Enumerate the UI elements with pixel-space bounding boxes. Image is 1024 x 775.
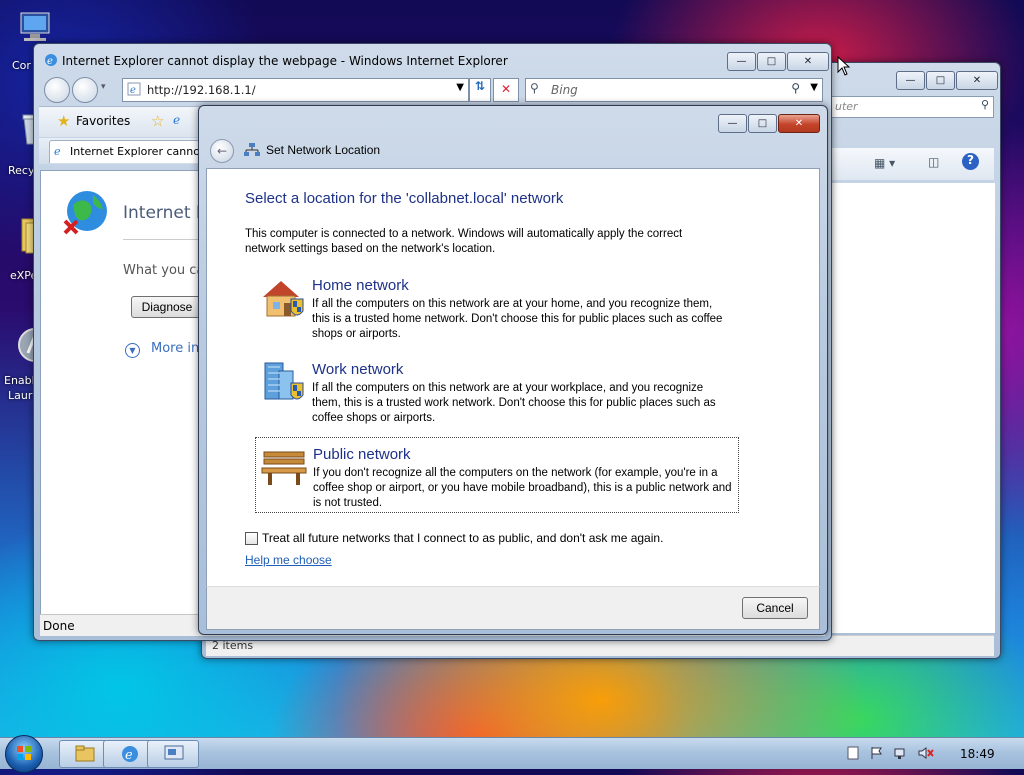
address-dropdown-icon[interactable]: ▼ <box>456 82 464 93</box>
minimize-button[interactable]: — <box>896 71 925 90</box>
search-placeholder: uter <box>835 100 858 113</box>
explorer-caption-buttons: — □ ✕ <box>896 71 998 90</box>
set-network-location-dialog[interactable]: — □ ✕ ← Set Network Location Select a lo… <box>198 105 828 635</box>
network-tray-icon[interactable] <box>894 746 908 760</box>
ie-title-icon: e <box>44 53 58 70</box>
minimize-button[interactable]: — <box>727 52 756 71</box>
dialog-title: Set Network Location <box>266 143 381 157</box>
forward-button[interactable] <box>72 77 98 103</box>
option-description: If all the computers on this network are… <box>312 382 716 424</box>
search-options-icon[interactable]: ▼ <box>810 82 818 93</box>
address-bar[interactable]: e http://192.168.1.1/ ▼ <box>122 78 469 102</box>
close-button[interactable]: ✕ <box>956 71 998 90</box>
internet-explorer-icon: e <box>120 744 140 767</box>
home-network-icon <box>259 275 309 321</box>
option-description: If all the computers on this network are… <box>312 298 723 340</box>
tab-active[interactable]: e Internet Explorer cannot <box>49 140 201 163</box>
error-heading: Internet E <box>123 203 207 223</box>
work-network-icon <box>259 359 309 405</box>
favorites-label: Favorites <box>76 114 131 128</box>
stop-icon: ✕ <box>500 82 512 96</box>
option-title: Public network <box>313 446 411 463</box>
windows-logo-icon <box>17 746 31 760</box>
volume-muted-icon[interactable] <box>918 746 934 760</box>
search-provider-icon: ⚲ <box>530 81 539 95</box>
suggested-sites-icon[interactable]: e <box>173 113 180 127</box>
explorer-file-pane <box>830 183 995 633</box>
search-icon: ⚲ <box>980 98 989 111</box>
preview-pane-icon[interactable]: ◫ <box>928 155 939 169</box>
dialog-footer: Cancel <box>206 586 820 630</box>
search-placeholder: Bing <box>551 83 578 97</box>
help-me-choose-link[interactable]: Help me choose <box>245 553 332 567</box>
globe-error-icon <box>61 189 109 242</box>
public-network-option[interactable]: Public network If you don't recognize al… <box>255 437 739 513</box>
back-button[interactable]: ← <box>210 139 234 163</box>
dialog-intro: This computer is connected to a network.… <box>245 228 683 255</box>
refresh-icon: ⇅ <box>474 79 486 93</box>
home-network-option[interactable]: Home network If all the computers on thi… <box>255 269 737 343</box>
svg-text:e: e <box>130 85 136 96</box>
favorites-button[interactable]: ★ Favorites <box>49 110 131 132</box>
network-dialog-icon <box>164 745 184 766</box>
views-icon[interactable]: ▦ ▾ <box>874 156 895 170</box>
svg-text:e: e <box>47 56 53 67</box>
explorer-command-bar: ▦ ▾ ◫ ? <box>830 148 994 180</box>
minimize-button[interactable]: — <box>718 114 747 133</box>
mouse-cursor-icon <box>837 55 851 79</box>
page-icon: e <box>127 82 141 99</box>
explorer-icon <box>75 745 95 766</box>
expand-icon[interactable]: ▼ <box>125 343 140 358</box>
taskbar-network-dialog-button[interactable] <box>147 740 199 768</box>
checkbox-box[interactable] <box>245 532 258 545</box>
public-network-icon <box>260 444 310 490</box>
more-info-link[interactable]: More in <box>151 341 199 356</box>
diagnose-button[interactable]: Diagnose <box>131 296 203 318</box>
ie-caption-buttons: — □ ✕ <box>727 52 829 71</box>
taskbar: e 18:49 <box>0 735 1024 773</box>
dialog-body: Select a location for the 'collabnet.loc… <box>206 168 820 588</box>
start-button[interactable] <box>5 735 43 773</box>
add-to-favorites-icon[interactable]: ☆ <box>151 112 164 130</box>
error-question: What you ca <box>123 263 205 278</box>
work-network-option[interactable]: Work network If all the computers on thi… <box>255 353 737 427</box>
maximize-button[interactable]: □ <box>748 114 777 133</box>
address-text: http://192.168.1.1/ <box>147 83 256 97</box>
stop-button[interactable]: ✕ <box>493 78 519 102</box>
cancel-button[interactable]: Cancel <box>742 597 808 619</box>
desktop-icon-label: Recy <box>8 164 35 177</box>
maximize-button[interactable]: □ <box>757 52 786 71</box>
back-button[interactable] <box>44 77 70 103</box>
computer-icon <box>18 10 52 44</box>
recent-pages-icon[interactable]: ▾ <box>101 82 106 92</box>
window-title: Internet Explorer cannot display the web… <box>62 54 508 68</box>
favorites-star-icon: ★ <box>57 112 71 130</box>
clock[interactable]: 18:49 <box>960 747 995 761</box>
help-icon[interactable]: ? <box>962 153 979 170</box>
option-title: Home network <box>312 277 409 294</box>
status-text: Done <box>43 619 75 633</box>
close-button[interactable]: ✕ <box>778 114 820 133</box>
desktop-icon-label-line2: Laur <box>8 389 33 402</box>
option-title: Work network <box>312 361 404 378</box>
refresh-button[interactable]: ⇅ <box>469 78 491 102</box>
desktop-icon-label: Enabl <box>4 374 35 387</box>
desktop-icon-label: Cor <box>12 59 31 72</box>
network-icon <box>244 143 260 160</box>
option-description: If you don't recognize all the computers… <box>313 467 732 509</box>
explorer-search-input[interactable]: uter ⚲ <box>830 96 994 118</box>
maximize-button[interactable]: □ <box>926 71 955 90</box>
checkbox-label: Treat all future networks that I connect… <box>262 531 664 545</box>
search-box[interactable]: ⚲ Bing ⚲ ▼ <box>525 78 823 102</box>
flag-icon[interactable] <box>870 746 884 760</box>
tab-page-icon: e <box>54 145 61 158</box>
search-icon[interactable]: ⚲ <box>791 81 800 95</box>
divider <box>123 239 203 240</box>
action-center-icon[interactable] <box>846 746 860 760</box>
close-button[interactable]: ✕ <box>787 52 829 71</box>
svg-text:e: e <box>125 748 133 763</box>
dialog-heading: Select a location for the 'collabnet.loc… <box>245 190 564 207</box>
dialog-caption-buttons: — □ ✕ <box>718 114 820 133</box>
tab-label: Internet Explorer cannot <box>70 145 198 158</box>
